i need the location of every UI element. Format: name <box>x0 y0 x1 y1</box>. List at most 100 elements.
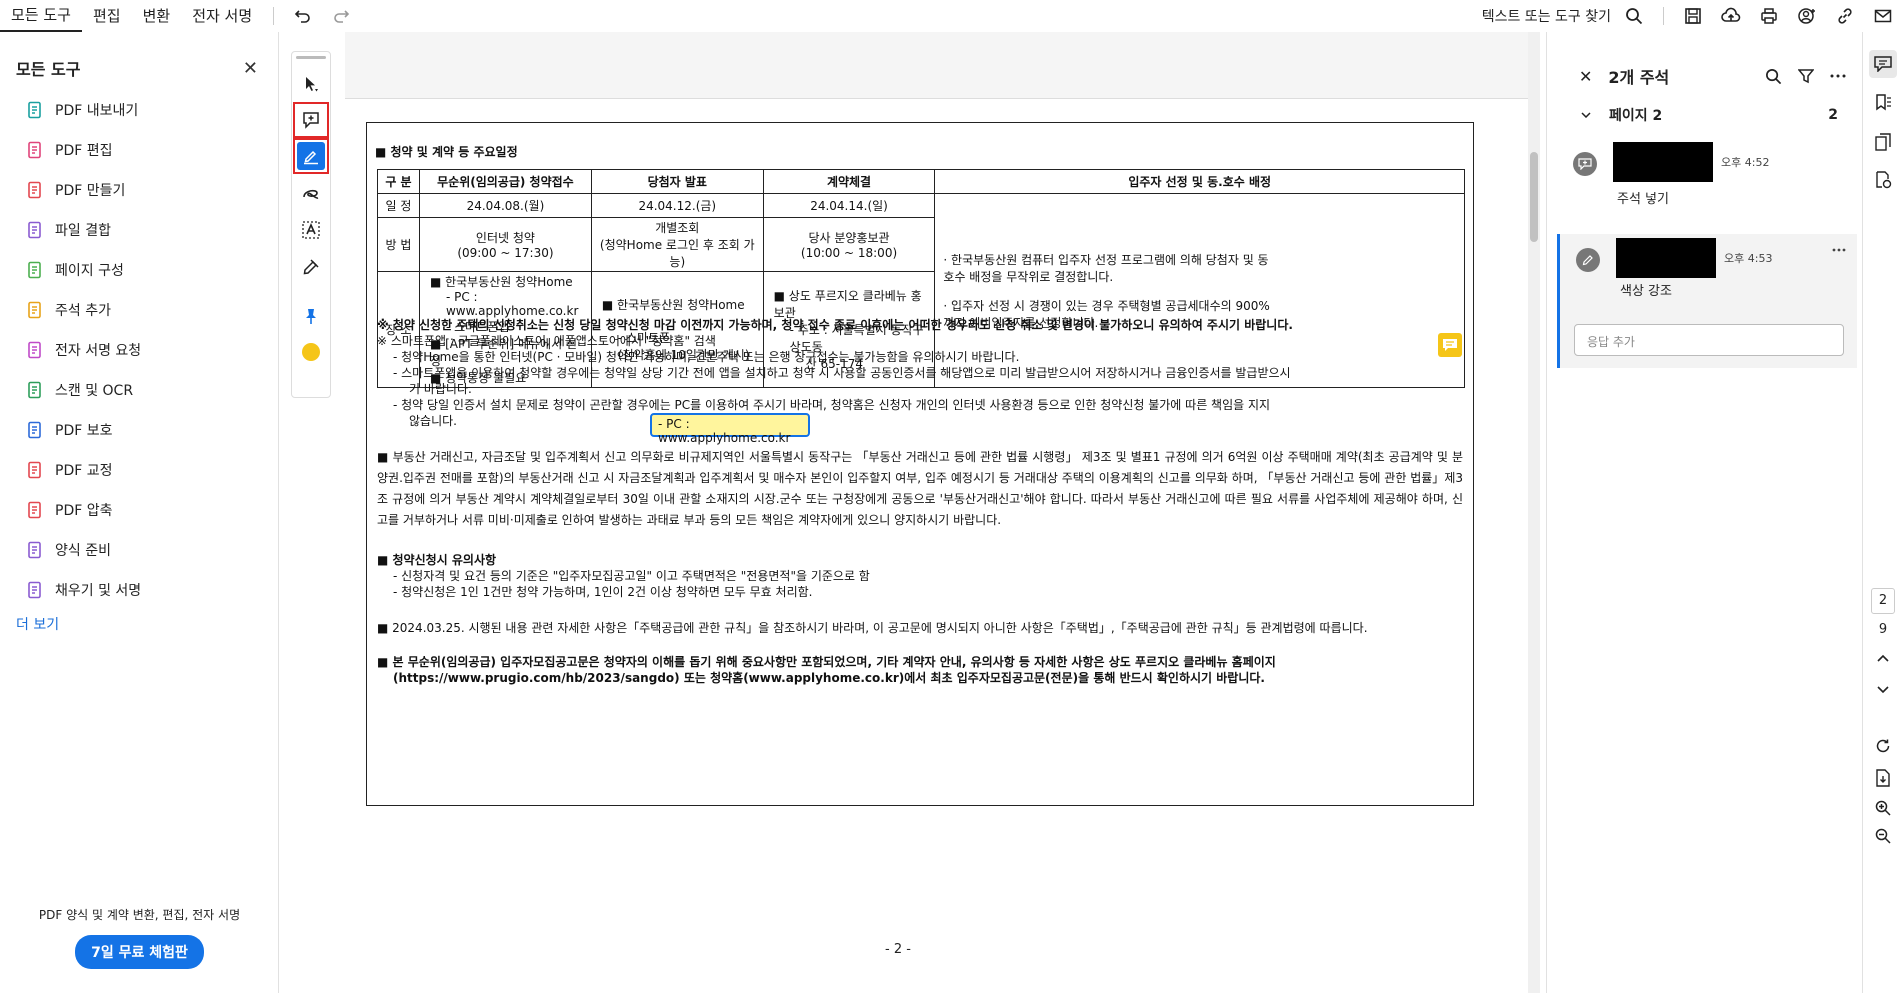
comments-panel-icon[interactable] <box>1869 50 1897 78</box>
page-group-label: 페이지 2 <box>1609 108 1663 124</box>
more-options-icon[interactable] <box>1830 74 1846 78</box>
color-picker-icon[interactable] <box>293 334 329 370</box>
refresh-icon[interactable] <box>1869 732 1897 760</box>
tool-item[interactable]: 페이지 구성 <box>0 250 278 290</box>
select-pointer-icon[interactable] <box>293 66 329 102</box>
tool-item[interactable]: 파일 결합 <box>0 210 278 250</box>
menu-edit[interactable]: 편집 <box>82 0 132 32</box>
tool-label: PDF 내보내기 <box>55 103 139 119</box>
redo-icon[interactable] <box>330 5 352 27</box>
save-icon[interactable] <box>1682 5 1704 27</box>
filter-icon[interactable] <box>1798 68 1814 84</box>
tool-icon <box>25 500 45 520</box>
table-cell: 개별조회 (청약Home 로그인 후 조회 가능) <box>590 217 764 272</box>
cloud-upload-icon[interactable] <box>1720 5 1742 27</box>
zoom-out-icon[interactable] <box>1869 822 1897 850</box>
menu-convert[interactable]: 변환 <box>132 0 182 32</box>
link-icon[interactable] <box>1834 5 1856 27</box>
document-security-icon[interactable] <box>1869 166 1897 194</box>
document-viewport[interactable]: ■ 청약 및 계약 등 주요일정 구 분 무순위(임의공급) 청약접수 당첨자 … <box>345 32 1540 993</box>
page-number-footer: - 2 - <box>885 942 911 957</box>
comment-item-selected[interactable]: 오후 4:53 색상 강조 응답 추가 <box>1557 234 1857 368</box>
tool-label: PDF 압축 <box>55 503 113 519</box>
highlight-pen-icon[interactable] <box>293 138 329 174</box>
current-page-input[interactable]: 2 <box>1871 588 1895 614</box>
panel-title: 모든 도구 <box>16 60 81 79</box>
comments-title: 2개 주석 <box>1608 68 1670 87</box>
scrollbar-thumb[interactable] <box>1530 152 1538 242</box>
tool-item[interactable]: 양식 준비 <box>0 530 278 570</box>
table-cell: 당사 분양홍보관 (10:00 ~ 18:00) <box>762 217 936 272</box>
search-icon[interactable] <box>1623 5 1645 27</box>
add-comment-icon[interactable] <box>293 102 329 138</box>
page-thumbnails-icon[interactable] <box>1869 128 1897 156</box>
comment-text: 색상 강조 <box>1620 284 1672 299</box>
close-icon[interactable]: ✕ <box>1579 67 1592 86</box>
tool-item[interactable]: 주석 추가 <box>0 290 278 330</box>
tool-item[interactable]: PDF 압축 <box>0 490 278 530</box>
see-more-link[interactable]: 더 보기 <box>0 614 278 634</box>
chevron-down-icon[interactable] <box>1869 676 1897 704</box>
text-box-icon[interactable] <box>293 212 329 248</box>
total-pages: 9 <box>1878 622 1888 637</box>
tool-icon <box>25 460 45 480</box>
menu-esign[interactable]: 전자 서명 <box>181 0 263 32</box>
undo-icon[interactable] <box>292 5 314 27</box>
zoom-in-icon[interactable] <box>1869 794 1897 822</box>
cell-line: 개별조회 <box>655 221 700 235</box>
table-header: 입주자 선정 및 동.호수 배정 <box>934 169 1465 194</box>
top-right-tools: 텍스트 또는 도구 찾기 <box>1482 0 1902 32</box>
table-cell: 24.04.14.(일) <box>762 193 936 218</box>
tool-item[interactable]: PDF 보호 <box>0 410 278 450</box>
tool-item[interactable]: PDF 교정 <box>0 450 278 490</box>
tool-item[interactable]: PDF 편집 <box>0 130 278 170</box>
freehand-draw-icon[interactable] <box>293 176 329 212</box>
free-trial-button[interactable]: 7일 무료 체험판 <box>75 935 204 969</box>
bookmarks-icon[interactable] <box>1869 88 1897 116</box>
tool-label: PDF 만들기 <box>55 183 126 199</box>
table-cell: 인터넷 청약 (09:00 ~ 17:30) <box>418 217 592 272</box>
comment-text: 주석 넣기 <box>1617 192 1669 207</box>
cell-line: (10:00 ~ 18:00) <box>800 246 898 260</box>
sign-pen-icon[interactable] <box>293 248 329 284</box>
drag-handle[interactable] <box>296 56 326 59</box>
cell-line: 당사 분양홍보관 <box>808 231 890 245</box>
merged-line: · 한국부동산원 컴퓨터 입주자 선정 프로그램에 의해 당첨자 및 동호수 배… <box>943 252 1269 284</box>
tool-item[interactable]: 채우기 및 서명 <box>0 570 278 610</box>
vertical-scrollbar[interactable] <box>1528 32 1540 993</box>
menu-all-tools[interactable]: 모든 도구 <box>0 0 82 32</box>
author-name-redacted <box>1613 142 1713 182</box>
table-header: 무순위(임의공급) 청약접수 <box>418 169 592 194</box>
tool-item[interactable]: PDF 내보내기 <box>0 90 278 130</box>
email-icon[interactable] <box>1872 5 1894 27</box>
tool-icon <box>25 100 45 120</box>
print-icon[interactable] <box>1758 5 1780 27</box>
share-user-icon[interactable] <box>1796 5 1818 27</box>
promo-text: PDF 양식 및 계약 변환, 편집, 전자 서명 <box>38 908 241 922</box>
highlighted-text-annotation[interactable]: - PC : www.applyhome.co.kr <box>650 413 810 445</box>
tool-list: PDF 내보내기 PDF 편집 PDF 만들기파일 결합페이지 구성 주석 추가전자 … <box>0 90 278 610</box>
tool-item[interactable]: PDF 만들기 <box>0 170 278 210</box>
tool-icon <box>25 140 45 160</box>
highlight-type-icon <box>1576 248 1600 272</box>
chevron-up-icon[interactable] <box>1869 644 1897 672</box>
paragraph-rules: ■ 2024.03.25. 시행된 내용 관련 자세한 사항은「주택공급에 관한… <box>377 621 1368 635</box>
tool-label: 전자 서명 요청 <box>55 343 142 359</box>
save-to-file-icon[interactable] <box>1869 764 1897 792</box>
search-icon[interactable] <box>1765 68 1782 85</box>
chevron-down-icon[interactable] <box>1581 112 1591 118</box>
sticky-note-icon[interactable] <box>1438 333 1462 357</box>
more-options-icon[interactable] <box>1832 248 1846 252</box>
tool-item[interactable]: 스캔 및 OCR <box>0 370 278 410</box>
row-label: 일 정 <box>377 193 420 218</box>
tool-item[interactable]: 전자 서명 요청 <box>0 330 278 370</box>
pin-icon[interactable] <box>293 298 329 334</box>
tool-label: 파일 결합 <box>55 223 111 239</box>
close-icon[interactable]: ✕ <box>243 58 258 79</box>
tool-icon <box>25 540 45 560</box>
find-text[interactable]: 텍스트 또는 도구 찾기 <box>1482 6 1611 26</box>
page-group-header[interactable]: 페이지 2 2 <box>1547 100 1862 130</box>
tool-icon <box>25 340 45 360</box>
comment-item[interactable]: 오후 4:52 주석 넣기 <box>1557 138 1857 230</box>
reply-input[interactable]: 응답 추가 <box>1574 324 1844 356</box>
